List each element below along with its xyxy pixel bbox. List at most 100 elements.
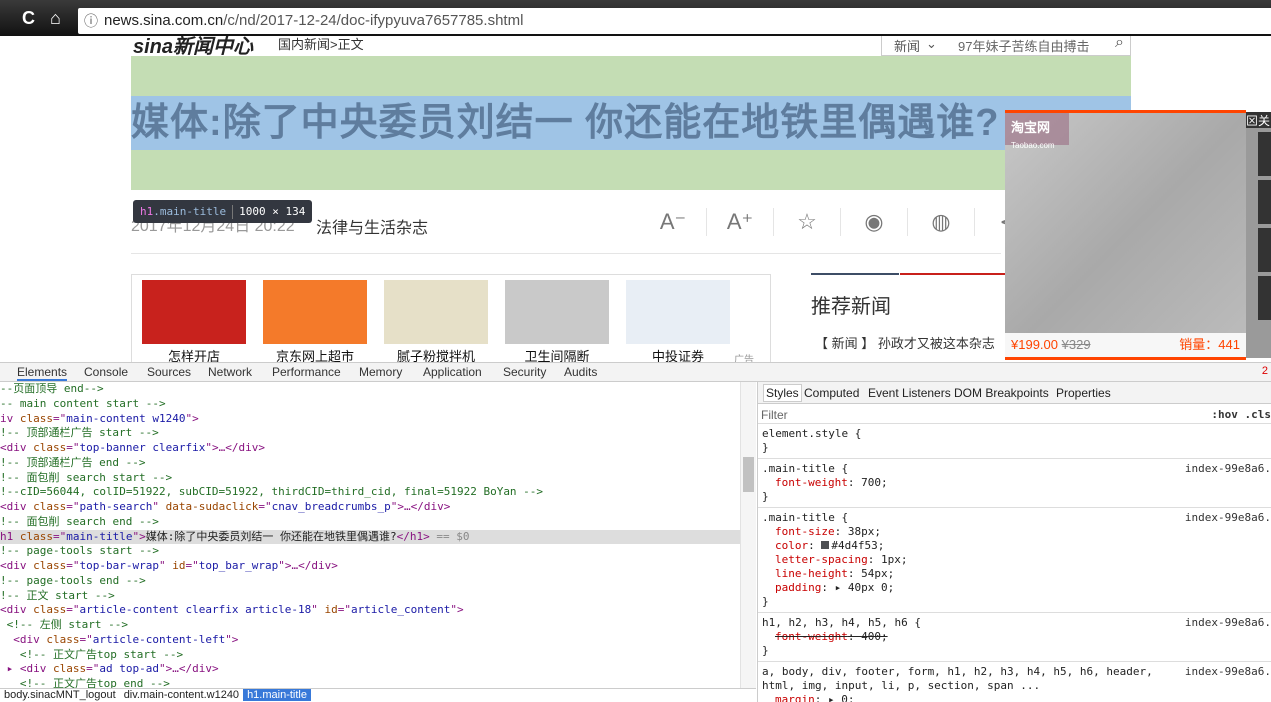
ad-item[interactable]: 京东网上超市 — [263, 280, 367, 362]
css-rule[interactable]: .main-title {index-99e8a6. font-weight: 7… — [758, 459, 1271, 508]
tab-styles[interactable]: Styles — [763, 384, 802, 402]
dom-node[interactable]: !-- page-tools start --> — [0, 544, 756, 559]
wechat-icon[interactable]: ◍ — [908, 208, 975, 236]
dom-node[interactable]: <!-- 左侧 start --> — [0, 618, 756, 633]
css-source-link[interactable]: index-99e8a6. — [1185, 616, 1271, 630]
dom-node[interactable]: !-- 顶部通栏广告 end --> — [0, 456, 756, 471]
search-category-select[interactable]: 新闻 — [894, 36, 920, 55]
tab-computed[interactable]: Computed — [804, 386, 859, 400]
dom-node[interactable]: -- main content start --> — [0, 397, 756, 412]
tab-properties[interactable]: Properties — [1056, 386, 1111, 400]
property-name: font-size — [775, 525, 835, 538]
ad-item[interactable]: 中投证券 — [626, 280, 730, 362]
floating-ad[interactable]: 淘宝网 Taobao.com ¥199.00 ¥329 销量：441 — [1005, 110, 1246, 360]
css-property[interactable]: color: #4d4f53; — [762, 539, 1267, 553]
tab-network[interactable]: Network — [208, 365, 252, 379]
dom-node[interactable]: <div class="top-banner clearfix">…</div> — [0, 441, 756, 456]
font-increase-icon[interactable]: A⁺ — [707, 208, 774, 236]
tab-application[interactable]: Application — [423, 365, 482, 379]
dom-node[interactable]: !-- 面包削 search end --> — [0, 515, 756, 530]
font-decrease-icon[interactable]: A⁻ — [640, 208, 707, 236]
dom-node[interactable]: !-- 顶部通栏广告 start --> — [0, 426, 756, 441]
ad-thumbnails[interactable] — [1246, 128, 1271, 358]
dom-token: <div — [0, 500, 34, 513]
dom-token: !-- page-tools end --> — [0, 573, 146, 587]
dom-node[interactable]: !-- 正文 start --> — [0, 589, 756, 604]
css-source-link[interactable]: index-99e8a6. — [1185, 665, 1271, 679]
breadcrumb-item[interactable]: div.main-content.w1240 — [120, 689, 243, 701]
css-source-link[interactable]: index-99e8a6. — [1185, 462, 1271, 476]
address-bar[interactable]: ⓘ news.sina.com.cn/c/nd/2017-12-24/doc-i… — [78, 8, 1271, 34]
dom-node[interactable]: !-- 面包削 search start --> — [0, 471, 756, 486]
breadcrumb-item[interactable]: body.sinacMNT_logout — [0, 689, 120, 701]
css-property[interactable]: font-weight: 700; — [762, 476, 1267, 490]
chevron-down-icon: ⌄ — [926, 36, 937, 51]
property-value: ▸ 40px 0 — [834, 581, 888, 594]
css-property[interactable]: font-size: 38px; — [762, 525, 1267, 539]
color-swatch[interactable] — [821, 541, 830, 549]
close-ad-button[interactable]: ⊠关 — [1246, 112, 1271, 128]
dom-node[interactable]: <div class="article-content-left"> — [0, 633, 756, 648]
dom-node[interactable]: <div class="path-search" data-sudaclick=… — [0, 500, 756, 515]
ad-item[interactable]: 怎样开店 — [142, 280, 246, 362]
page-title: 媒体:除了中央委员刘结一 你还能在地铁里偶遇谁? — [131, 102, 1000, 144]
dom-node[interactable]: <div class="article-content clearfix art… — [0, 603, 756, 618]
dom-token: == $0 — [429, 529, 470, 543]
ad-label: 中投证券 — [651, 349, 704, 362]
css-rule[interactable]: a, body, div, footer, form, h1, h2, h3, … — [758, 662, 1271, 702]
dom-token: class — [33, 500, 67, 513]
css-rule[interactable]: .main-title {index-99e8a6. font-size: 38p… — [758, 508, 1271, 613]
tab-event-listeners[interactable]: Event Listeners — [868, 386, 951, 400]
tab-elements[interactable]: Elements — [17, 365, 68, 381]
css-property[interactable]: padding: ▸ 40px 0; — [762, 581, 1267, 595]
css-source-link[interactable]: index-99e8a6. — [1185, 511, 1271, 525]
dom-node[interactable]: <!-- 正文广告top start --> — [0, 648, 756, 663]
ad-item[interactable]: 卫生间隔断 — [505, 280, 609, 362]
css-rule[interactable]: element.style {} — [758, 424, 1271, 459]
weibo-icon[interactable]: ◉ — [841, 208, 908, 236]
page-tools: A⁻ A⁺ ☆ ◉ ◍ ⋖ — [640, 208, 1042, 236]
search-input[interactable]: 97年妹子苦练自由搏击 — [958, 36, 1089, 55]
css-property[interactable]: margin: ▸ 0; — [762, 693, 1267, 702]
error-count[interactable]: 2 — [1262, 365, 1268, 377]
css-rule[interactable]: h1, h2, h3, h4, h5, h6 {index-99e8a6. fon… — [758, 613, 1271, 662]
tab-console[interactable]: Console — [84, 365, 128, 379]
tab-security[interactable]: Security — [503, 365, 546, 379]
tab-performance[interactable]: Performance — [272, 365, 341, 379]
breadcrumb-item-current[interactable]: h1.main-title — [243, 689, 311, 701]
article-source[interactable]: 法律与生活杂志 — [316, 214, 428, 238]
dom-token: main-title — [66, 529, 133, 543]
css-property[interactable]: line-height: 54px; — [762, 567, 1267, 581]
tab-audits[interactable]: Audits — [564, 365, 597, 379]
page-breadcrumb[interactable]: 国内新闻>正文 — [278, 36, 364, 53]
dom-node[interactable]: iv class="main-content w1240"> — [0, 412, 756, 427]
ad-image — [142, 280, 246, 344]
info-icon[interactable]: ⓘ — [84, 8, 98, 34]
dom-token: class — [33, 603, 67, 617]
styles-filter[interactable]: Filter:hov .cls — [758, 404, 1271, 424]
ad-item[interactable]: 腻子粉搅拌机 — [384, 280, 488, 362]
site-search[interactable]: 新闻 ⌄ 97年妹子苦练自由搏击 ⌕ — [881, 36, 1131, 56]
dom-node[interactable]: <!-- 正文广告top end --> — [0, 677, 756, 688]
dom-token: =" — [185, 559, 199, 572]
reload-icon[interactable]: C — [22, 8, 35, 29]
scrollbar[interactable] — [740, 382, 756, 688]
dom-tree[interactable]: --页面顶导 end--> -- main content start --> iv… — [0, 382, 756, 688]
home-icon[interactable]: ⌂ — [50, 8, 61, 29]
css-property[interactable]: letter-spacing: 1px; — [762, 553, 1267, 567]
tab-sources[interactable]: Sources — [147, 365, 191, 379]
tab-dom-breakpoints[interactable]: DOM Breakpoints — [954, 386, 1049, 400]
dom-node[interactable]: <div class="top-bar-wrap" id="top_bar_wr… — [0, 559, 756, 574]
dom-node[interactable]: h1 class="main-title">媒体:除了中央委员刘结一 你还能在地… — [0, 529, 756, 545]
dom-node[interactable]: ▸ <div class="ad top-ad">…</div> — [0, 662, 756, 677]
dom-node[interactable]: !--cID=56044, colID=51922, subCID=51922,… — [0, 485, 756, 500]
search-icon[interactable]: ⌕ — [1115, 36, 1124, 52]
star-icon[interactable]: ☆ — [774, 208, 841, 236]
dom-node[interactable]: --页面顶导 end--> — [0, 382, 756, 397]
recommend-item[interactable]: 【 新闻 】 孙政才又被这本杂志 — [815, 333, 995, 352]
dom-token: =" — [66, 559, 80, 572]
dom-node[interactable]: !-- page-tools end --> — [0, 574, 756, 589]
dom-token: =" — [258, 500, 272, 513]
tab-memory[interactable]: Memory — [359, 365, 402, 379]
css-property[interactable]: font-weight: 400; — [762, 630, 1267, 644]
